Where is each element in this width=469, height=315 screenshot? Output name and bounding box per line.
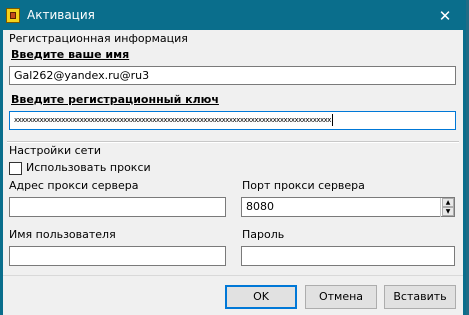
network-group-label: Настройки сети: [9, 144, 101, 157]
registration-group-label: Регистрационная информация: [9, 32, 188, 45]
password-input[interactable]: [241, 246, 455, 266]
group-divider: [7, 141, 459, 143]
name-input[interactable]: Gal262@yandex.ru@ru3: [9, 66, 456, 85]
spin-up-icon[interactable]: ▲: [442, 198, 454, 207]
paste-button[interactable]: Вставить: [384, 285, 456, 309]
use-proxy-checkbox[interactable]: [9, 162, 22, 175]
username-label: Имя пользователя: [9, 228, 116, 241]
close-icon[interactable]: ✕: [432, 5, 458, 27]
proxy-port-input[interactable]: 8080: [241, 197, 455, 217]
window-title: Активация: [27, 8, 95, 22]
key-input[interactable]: xxxxxxxxxxxxxxxxxxxxxxxxxxxxxxxxxxxxxxxx…: [9, 111, 456, 130]
proxy-address-label: Адрес прокси сервера: [9, 179, 139, 192]
ok-button[interactable]: OK: [225, 285, 297, 309]
text-caret: [331, 114, 333, 126]
password-label: Пароль: [242, 228, 285, 241]
username-input[interactable]: [9, 246, 226, 266]
activation-window: Активация ✕ Регистрационная информация В…: [0, 0, 466, 315]
port-spinner: ▲ ▼: [440, 198, 454, 217]
spin-down-icon[interactable]: ▼: [442, 207, 454, 216]
name-label: Введите ваше имя: [11, 48, 130, 61]
button-bar: OK Отмена Вставить: [3, 275, 463, 315]
cancel-button[interactable]: Отмена: [305, 285, 377, 309]
proxy-port-value: 8080: [246, 200, 274, 213]
proxy-address-input[interactable]: [9, 197, 226, 217]
title-bar[interactable]: Активация ✕: [0, 0, 466, 30]
dialog-client: Регистрационная информация Введите ваше …: [3, 30, 463, 315]
key-input-value: xxxxxxxxxxxxxxxxxxxxxxxxxxxxxxxxxxxxxxxx…: [14, 116, 331, 124]
key-label: Введите регистрационный ключ: [11, 93, 219, 106]
proxy-port-label: Порт прокси сервера: [242, 179, 365, 192]
use-proxy-label: Использовать прокси: [26, 161, 151, 174]
app-icon: [6, 8, 20, 23]
